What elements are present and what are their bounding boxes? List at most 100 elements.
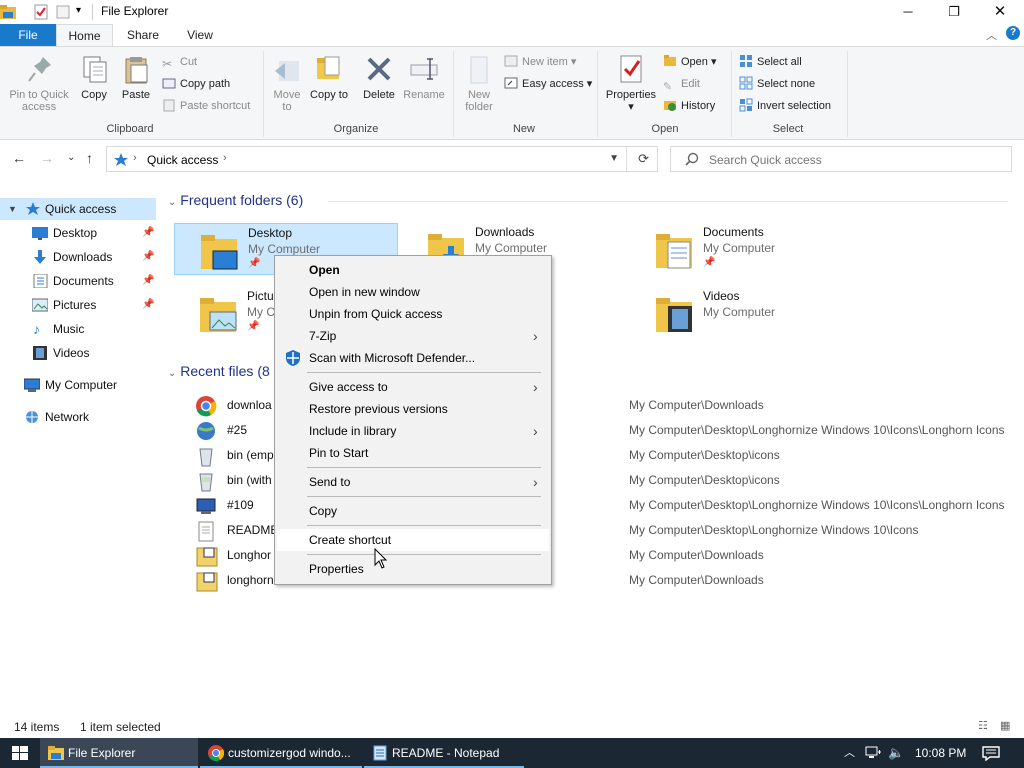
recent-locations-chevron-icon[interactable]: ⌄: [67, 152, 75, 163]
nav-item-network[interactable]: Network: [0, 406, 160, 428]
edit-button[interactable]: ✎ Edit: [663, 75, 700, 93]
pin-icon[interactable]: 📌: [142, 246, 154, 268]
new-item-button[interactable]: New item ▾: [504, 53, 576, 71]
menu-item-create-shortcut[interactable]: Create shortcut: [277, 529, 549, 551]
collapse-chevron-icon[interactable]: ⌄: [168, 197, 176, 208]
properties-button[interactable]: Properties ▾: [603, 53, 659, 113]
search-input[interactable]: [709, 151, 999, 169]
copy-path-button[interactable]: Copy path: [162, 75, 230, 93]
properties-quick-icon[interactable]: [34, 4, 48, 20]
nav-item-quick-access[interactable]: ▼ Quick access: [0, 198, 156, 220]
menu-item-copy[interactable]: Copy: [277, 500, 549, 522]
expand-arrow-icon[interactable]: ▼: [8, 198, 17, 220]
address-history-chevron-icon[interactable]: ▼: [609, 153, 619, 164]
frequent-folders-header[interactable]: ⌄ Frequent folders (6): [168, 192, 1008, 208]
menu-item-pin-to-start[interactable]: Pin to Start: [277, 442, 549, 464]
paste-button[interactable]: Paste: [117, 53, 155, 101]
maximize-button[interactable]: ❐: [931, 0, 977, 24]
search-box[interactable]: [670, 146, 1012, 172]
nav-label: Downloads: [53, 250, 113, 264]
explorer-folder-icon[interactable]: [0, 4, 18, 20]
folder-tile-documents[interactable]: Documents My Computer 📌: [630, 223, 854, 275]
back-arrow-icon[interactable]: ←: [12, 150, 26, 166]
minimize-button[interactable]: ─: [885, 0, 931, 24]
clock[interactable]: 10:08 PM: [915, 738, 966, 768]
menu-item-open[interactable]: Open: [277, 259, 549, 281]
delete-button[interactable]: Delete: [358, 53, 400, 101]
collapse-chevron-icon[interactable]: ⌄: [168, 368, 176, 379]
file-path: My Computer\Desktop\Longhornize Windows …: [629, 423, 1005, 437]
tab-file[interactable]: File: [0, 24, 56, 47]
selected-count: 1 item selected: [80, 720, 161, 734]
menu-item-scan-defender[interactable]: Scan with Microsoft Defender...: [277, 347, 549, 369]
invert-selection-button[interactable]: Invert selection: [739, 97, 831, 115]
select-all-button[interactable]: Select all: [739, 53, 802, 71]
nav-item-my-computer[interactable]: My Computer: [0, 374, 160, 396]
move-to-button[interactable]: Move to: [268, 53, 306, 113]
copy-button[interactable]: Copy: [76, 53, 112, 101]
breadcrumb-chevron-icon[interactable]: ›: [133, 152, 137, 164]
pin-icon[interactable]: 📌: [142, 294, 154, 316]
breadcrumb-quick-access[interactable]: Quick access: [147, 153, 218, 167]
copy-to-button[interactable]: Copy to: [310, 53, 348, 101]
help-icon[interactable]: ?: [1006, 26, 1020, 40]
address-bar[interactable]: › Quick access › ▼ ⟳: [106, 146, 658, 172]
customize-qat-icon[interactable]: ▾: [76, 5, 81, 21]
taskbar-item-file-explorer[interactable]: File Explorer: [40, 738, 198, 768]
nav-item-documents[interactable]: Documents 📌: [0, 270, 160, 292]
new-folder-quick-icon[interactable]: [56, 4, 70, 20]
tab-share[interactable]: Share: [115, 24, 171, 47]
close-button[interactable]: ✕: [977, 0, 1023, 24]
menu-item-include-in-library[interactable]: Include in library ›: [277, 420, 549, 442]
history-button[interactable]: History: [663, 97, 715, 115]
rename-button[interactable]: Rename: [402, 53, 446, 101]
folder-tile-videos[interactable]: Videos My Computer: [630, 287, 854, 339]
menu-item-unpin-from-quick-access[interactable]: Unpin from Quick access: [277, 303, 549, 325]
paste-icon: [125, 57, 148, 84]
tab-view[interactable]: View: [172, 24, 228, 47]
show-hidden-icons-chevron-icon[interactable]: ︿: [844, 744, 855, 760]
file-name: longhorn: [227, 573, 274, 587]
copy-path-icon: [162, 78, 176, 89]
nav-item-downloads[interactable]: Downloads 📌: [0, 246, 160, 268]
nav-item-desktop[interactable]: Desktop 📌: [0, 222, 160, 244]
forward-arrow-icon[interactable]: →: [40, 150, 54, 166]
up-arrow-icon[interactable]: ↑: [86, 150, 93, 166]
nav-label: Network: [45, 410, 90, 424]
collapse-ribbon-icon[interactable]: ︿: [986, 27, 997, 43]
taskbar-item-chrome[interactable]: customizergod windo...: [200, 738, 362, 768]
paste-shortcut-button[interactable]: Paste shortcut: [162, 97, 250, 115]
nav-item-pictures[interactable]: Pictures 📌: [0, 294, 160, 316]
properties-label: Properties: [605, 89, 657, 101]
network-tray-icon[interactable]: [865, 746, 881, 760]
delete-icon: [367, 57, 391, 81]
menu-item-7zip[interactable]: 7-Zip ›: [277, 325, 549, 347]
new-folder-button[interactable]: New folder: [459, 53, 499, 113]
nav-item-music[interactable]: ♪ Music: [0, 318, 160, 340]
menu-item-give-access-to[interactable]: Give access to ›: [277, 376, 549, 398]
start-button[interactable]: [0, 738, 40, 768]
nav-item-videos[interactable]: Videos: [0, 342, 160, 364]
menu-item-send-to[interactable]: Send to ›: [277, 471, 549, 493]
volume-icon[interactable]: 🔈: [888, 745, 904, 761]
pin-to-quick-access-button[interactable]: Pin to Quick access: [6, 53, 72, 113]
select-none-button[interactable]: Select none: [739, 75, 815, 93]
menu-item-restore-previous-versions[interactable]: Restore previous versions: [277, 398, 549, 420]
tab-home[interactable]: Home: [56, 24, 113, 47]
nav-label: Music: [53, 322, 85, 336]
breadcrumb-chevron-icon[interactable]: ›: [223, 152, 227, 164]
action-center-icon[interactable]: [982, 746, 1000, 761]
taskbar-item-notepad[interactable]: README - Notepad: [364, 738, 524, 768]
paste-shortcut-label: Paste shortcut: [180, 100, 251, 112]
details-view-icon[interactable]: ☷: [978, 719, 988, 732]
easy-access-button[interactable]: Easy access ▾: [504, 75, 592, 93]
refresh-icon[interactable]: ⟳: [638, 151, 649, 167]
large-icons-view-icon[interactable]: ▦: [1000, 719, 1010, 732]
menu-item-properties[interactable]: Properties: [277, 558, 549, 580]
pin-icon[interactable]: 📌: [142, 222, 154, 244]
pin-icon[interactable]: 📌: [142, 270, 154, 292]
cut-button[interactable]: ✂ Cut: [162, 53, 197, 71]
open-button[interactable]: Open ▾: [663, 53, 717, 71]
ribbon-separator: [597, 51, 598, 137]
menu-item-open-in-new-window[interactable]: Open in new window: [277, 281, 549, 303]
